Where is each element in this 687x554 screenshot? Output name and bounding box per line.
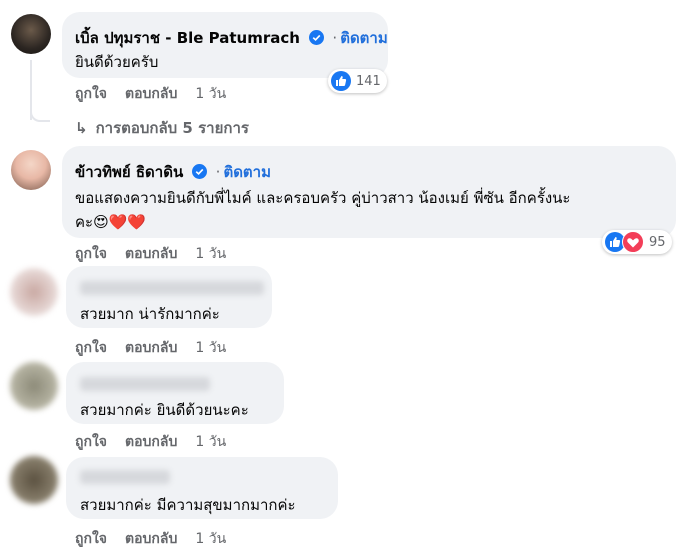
blurred-author-name <box>80 281 264 295</box>
blurred-author-name <box>80 470 170 484</box>
avatar[interactable] <box>10 268 58 316</box>
author-name[interactable]: ข้าวทิพย์ ธิดาดิน <box>75 163 183 181</box>
view-replies-label[interactable]: การตอบกลับ 5 รายการ <box>96 119 249 137</box>
comment-actions: ถูกใจ ตอบกลับ 1 วัน <box>75 337 244 359</box>
timestamp[interactable]: 1 วัน <box>195 246 226 262</box>
comment-text-line: ขอแสดงความยินดีกับพี่ไมค์ และครอบครัว คู… <box>75 189 571 207</box>
comment-text: สวยมาก น่ารักมากค่ะ <box>80 305 220 323</box>
like-button[interactable]: ถูกใจ <box>75 86 107 102</box>
avatar[interactable] <box>11 150 51 190</box>
view-replies-link[interactable]: ↳ การตอบกลับ 5 รายการ <box>75 116 249 140</box>
comment-text: ยินดีด้วยครับ <box>75 53 159 71</box>
reaction-count: 95 <box>649 234 666 250</box>
verified-badge-icon <box>192 164 208 179</box>
timestamp[interactable]: 1 วัน <box>195 340 226 356</box>
reaction-summary[interactable]: 141 <box>328 69 387 93</box>
avatar[interactable] <box>10 456 58 504</box>
comment-actions: ถูกใจ ตอบกลับ 1 วัน <box>75 243 244 265</box>
avatar[interactable] <box>10 362 58 410</box>
like-button[interactable]: ถูกใจ <box>75 246 107 262</box>
blurred-author-name <box>80 377 210 391</box>
reply-button[interactable]: ตอบกลับ <box>125 531 177 547</box>
love-reaction-icon <box>622 231 644 253</box>
reply-button[interactable]: ตอบกลับ <box>125 86 177 102</box>
timestamp[interactable]: 1 วัน <box>195 531 226 547</box>
reply-button[interactable]: ตอบกลับ <box>125 340 177 356</box>
avatar[interactable] <box>11 14 51 54</box>
like-button[interactable]: ถูกใจ <box>75 340 107 356</box>
comment-actions: ถูกใจ ตอบกลับ 1 วัน <box>75 431 244 453</box>
like-reaction-icon <box>331 71 351 91</box>
comment-text-line: คะ😍❤️❤️ <box>75 213 147 231</box>
verified-badge-icon <box>309 30 325 45</box>
comment-author[interactable]: เบิ้ล ปทุมราช - Ble Patumrach · ติดตาม <box>75 26 388 50</box>
comment-text: สวยมากค่ะ มีความสุขมากมากค่ะ <box>80 496 296 514</box>
author-name[interactable]: เบิ้ล ปทุมราช - Ble Patumrach <box>75 29 300 47</box>
follow-button[interactable]: ติดตาม <box>340 29 388 47</box>
reply-button[interactable]: ตอบกลับ <box>125 246 177 262</box>
timestamp[interactable]: 1 วัน <box>195 434 226 450</box>
reaction-summary[interactable]: 95 <box>602 230 672 254</box>
like-button[interactable]: ถูกใจ <box>75 531 107 547</box>
reply-button[interactable]: ตอบกลับ <box>125 434 177 450</box>
comment-actions: ถูกใจ ตอบกลับ 1 วัน <box>75 528 244 550</box>
reaction-count: 141 <box>356 73 381 89</box>
comment-actions: ถูกใจ ตอบกลับ 1 วัน <box>75 83 244 105</box>
comment-author[interactable]: ข้าวทิพย์ ธิดาดิน · ติดตาม <box>75 160 271 184</box>
follow-button[interactable]: ติดตาม <box>223 163 271 181</box>
reply-arrow-icon: ↳ <box>75 119 88 137</box>
timestamp[interactable]: 1 วัน <box>195 86 226 102</box>
thread-connector <box>30 104 50 122</box>
like-button[interactable]: ถูกใจ <box>75 434 107 450</box>
comment-text: สวยมากค่ะ ยินดีด้วยนะคะ <box>80 401 249 419</box>
